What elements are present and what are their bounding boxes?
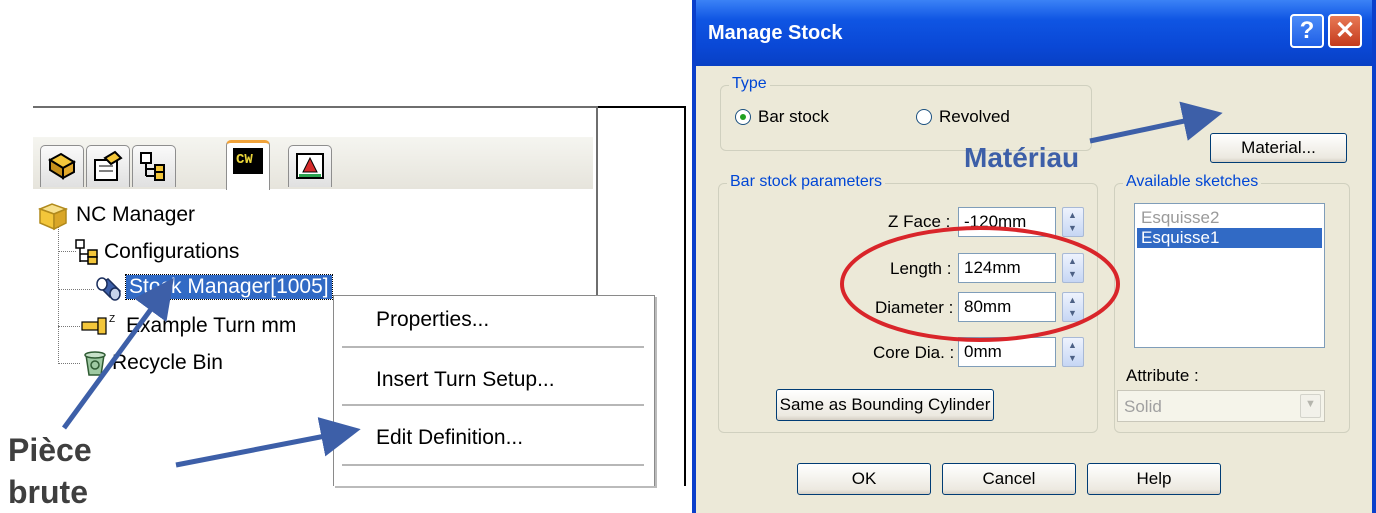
- menu-item-insert-turn-setup[interactable]: Insert Turn Setup...: [376, 368, 555, 392]
- annotation-piece-brute-line1: Pièce: [8, 432, 92, 468]
- context-menu: Properties... Insert Turn Setup... Edit …: [333, 295, 655, 486]
- configurations-icon: [75, 239, 98, 265]
- recycle-bin-icon: [84, 351, 106, 376]
- tree-item-label: Example Turn mm: [126, 314, 297, 337]
- sketch-list-item-selected[interactable]: Esquisse1: [1137, 228, 1322, 248]
- svg-text:Z: Z: [109, 314, 115, 325]
- diameter-input[interactable]: 80mm: [958, 292, 1056, 322]
- turn-setup-icon: Z: [81, 314, 115, 335]
- help-caption-button[interactable]: ?: [1290, 14, 1324, 48]
- ok-button[interactable]: OK: [797, 463, 931, 495]
- panel-top-border: [33, 106, 600, 108]
- tree-connector: [58, 326, 80, 327]
- attribute-select-value: Solid: [1124, 397, 1162, 416]
- tree-connector: [58, 289, 94, 290]
- length-input[interactable]: 124mm: [958, 253, 1056, 283]
- core-dia-label: Core Dia. :: [873, 343, 955, 362]
- menu-separator: [342, 346, 644, 348]
- tree-connector: [58, 222, 59, 364]
- menu-separator: [342, 464, 644, 466]
- nc-manager-icon: [37, 203, 69, 231]
- length-spinner[interactable]: ▲ ▼: [1062, 253, 1084, 283]
- same-as-bounding-cylinder-button[interactable]: Same as Bounding Cylinder: [776, 389, 994, 421]
- tree-item-label: Stock Manager[1005]: [125, 274, 333, 300]
- menu-item-properties[interactable]: Properties...: [376, 308, 489, 332]
- annotation-materiau: Matériau: [964, 142, 1080, 173]
- chevron-down-icon: ▼: [1300, 394, 1321, 418]
- tree-item-label: Configurations: [104, 240, 240, 263]
- dialog-title: Manage Stock: [708, 22, 843, 44]
- tab-configuration-manager[interactable]: [132, 145, 176, 187]
- tree-connector: [58, 363, 80, 364]
- graphics-area-edge: [684, 106, 686, 486]
- diameter-spinner[interactable]: ▲ ▼: [1062, 292, 1084, 322]
- feature-manager-icon: [48, 152, 76, 180]
- material-button[interactable]: Material...: [1210, 133, 1347, 163]
- core-dia-spinner[interactable]: ▲ ▼: [1062, 337, 1084, 367]
- camworks-icon: CW: [233, 148, 263, 174]
- property-manager-icon: [94, 150, 123, 181]
- dimxpert-icon: [296, 153, 324, 179]
- tree-item-label: Recycle Bin: [112, 351, 223, 374]
- camworks-icon-label: CW: [236, 152, 253, 168]
- bar-stock-radio[interactable]: [735, 109, 751, 125]
- tab-property-manager[interactable]: [86, 145, 130, 187]
- revolved-label: Revolved: [939, 107, 1010, 126]
- attribute-select[interactable]: Solid ▼: [1117, 390, 1325, 422]
- dialog-titlebar[interactable]: Manage Stock ? ✕: [696, 0, 1372, 66]
- bar-stock-label: Bar stock: [758, 107, 829, 126]
- z-face-input[interactable]: -120mm: [958, 207, 1056, 237]
- sketches-group-legend: Available sketches: [1123, 173, 1262, 191]
- z-face-label: Z Face :: [888, 212, 951, 231]
- revolved-radio[interactable]: [916, 109, 932, 125]
- tab-dimxpert[interactable]: [288, 145, 332, 187]
- sketches-listbox[interactable]: Esquisse2 Esquisse1: [1134, 203, 1325, 348]
- close-button[interactable]: ✕: [1328, 14, 1362, 48]
- help-button[interactable]: Help: [1087, 463, 1221, 495]
- sketch-list-item[interactable]: Esquisse2: [1137, 208, 1322, 228]
- tab-feature-manager[interactable]: [40, 145, 84, 187]
- attribute-label: Attribute :: [1126, 366, 1199, 385]
- length-label: Length :: [890, 259, 952, 278]
- parameters-group-legend: Bar stock parameters: [727, 173, 886, 191]
- tab-camworks[interactable]: CW: [226, 140, 270, 190]
- menu-separator: [342, 404, 644, 406]
- type-group-legend: Type: [729, 75, 770, 93]
- cancel-button[interactable]: Cancel: [942, 463, 1076, 495]
- menu-item-edit-definition[interactable]: Edit Definition...: [376, 426, 523, 450]
- annotation-piece-brute-line2: brute: [8, 474, 88, 510]
- diameter-label: Diameter :: [875, 298, 954, 317]
- stock-manager-icon: [96, 277, 122, 301]
- core-dia-input[interactable]: 0mm: [958, 337, 1056, 367]
- tree-item-label: NC Manager: [76, 203, 196, 226]
- configuration-manager-icon: [140, 152, 165, 181]
- z-face-spinner[interactable]: ▲ ▼: [1062, 207, 1084, 237]
- graphics-area-border: [598, 106, 686, 108]
